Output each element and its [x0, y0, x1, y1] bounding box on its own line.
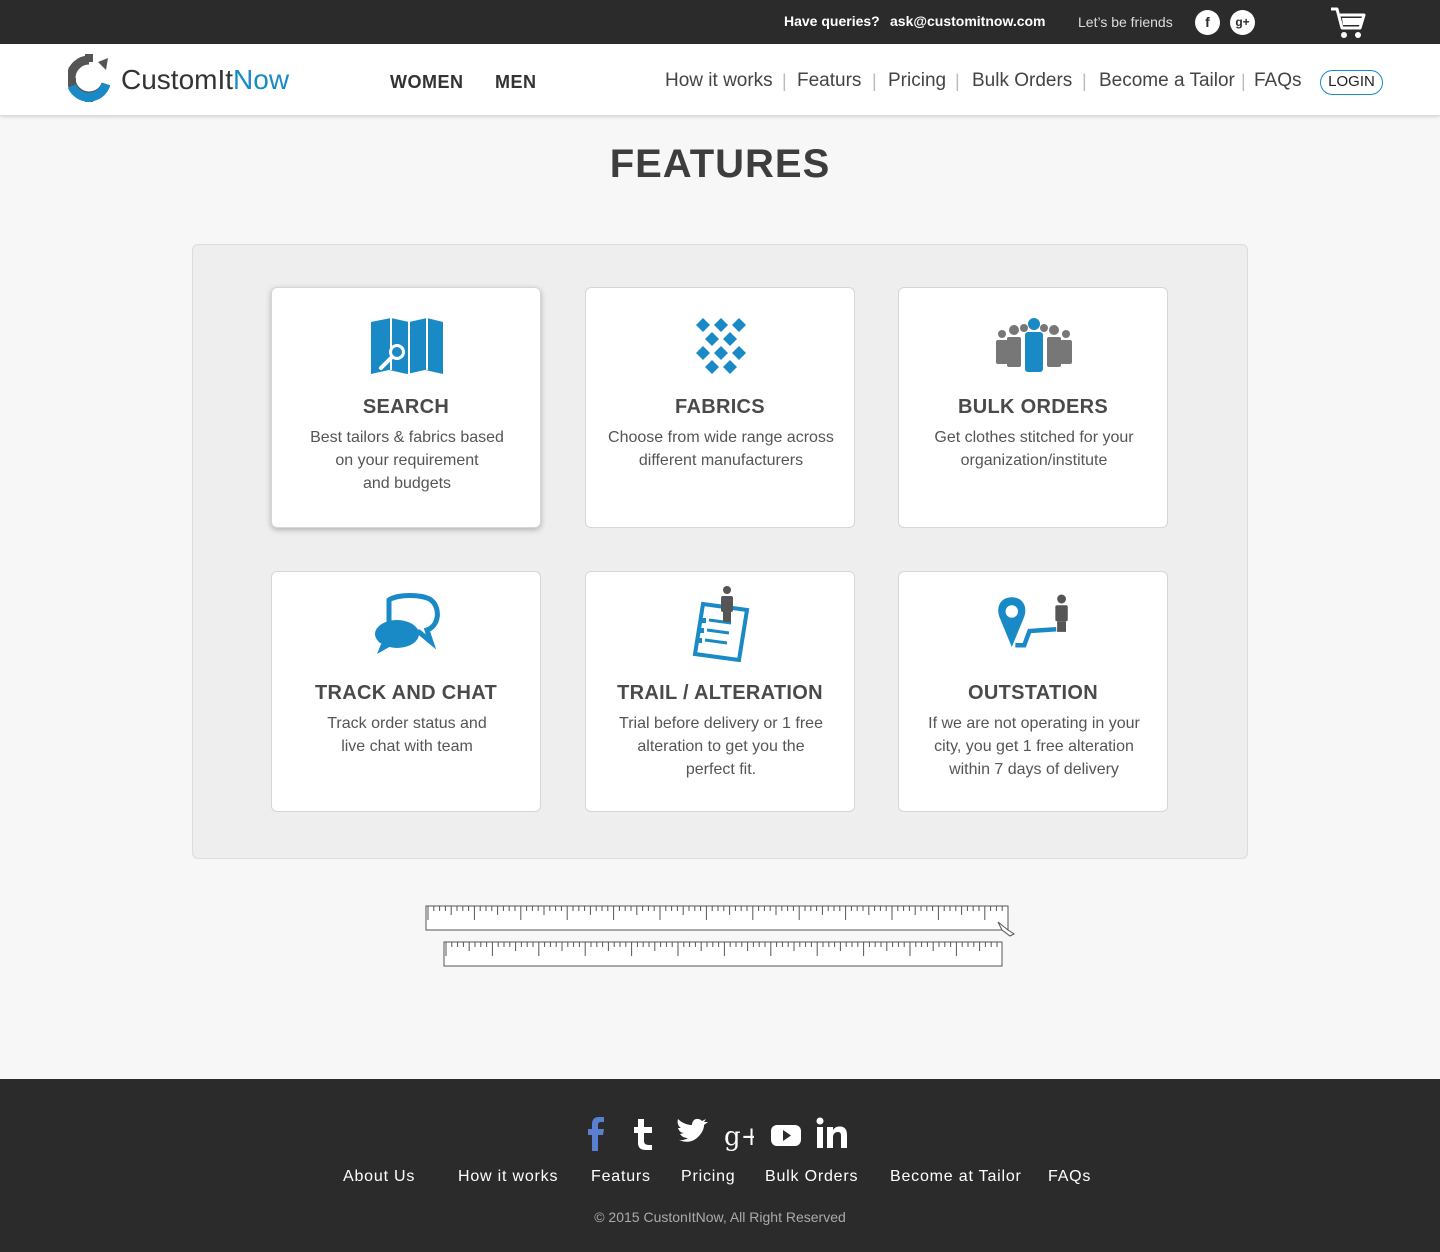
feature-card-search[interactable]: SEARCH Best tailors & fabrics based on y… — [271, 287, 541, 528]
feature-desc-line: within 7 days of delivery — [949, 761, 1119, 778]
feature-description: Choose from wide range across different … — [596, 426, 846, 472]
feature-desc-line: Choose from wide range across — [608, 429, 834, 446]
queries-label: Have queries? — [784, 13, 880, 29]
feature-desc-line: Best tailors & fabrics based — [310, 429, 504, 446]
copyright-text: © 2015 CustonItNow, All Right Reserved — [594, 1209, 846, 1225]
tumblr-icon[interactable] — [632, 1117, 656, 1151]
feature-desc-line: on your requirement — [335, 452, 479, 469]
feature-desc-line: perfect fit. — [685, 761, 757, 778]
google-plus-icon[interactable]: g+ — [724, 1117, 754, 1151]
footer-link-bulk-orders[interactable]: Bulk Orders — [765, 1168, 858, 1186]
cart-icon[interactable] — [1330, 6, 1366, 40]
feature-desc-line: Track order status and — [327, 715, 487, 732]
facebook-icon[interactable] — [586, 1117, 606, 1151]
feature-desc-line: live chat with team — [341, 738, 473, 755]
footer-link-about[interactable]: About Us — [343, 1168, 415, 1186]
nav-women[interactable]: WOMEN — [390, 72, 464, 93]
footer-link-features[interactable]: Featurs — [591, 1168, 651, 1186]
footer-link-how-it-works[interactable]: How it works — [458, 1168, 558, 1186]
chat-bubbles-icon — [375, 593, 440, 654]
main-header: CustomItNow WOMEN MEN How it works | Fea… — [0, 44, 1440, 116]
feature-desc-line: alteration to get you the — [637, 738, 805, 755]
nav-pricing[interactable]: Pricing — [888, 70, 946, 92]
nav-men[interactable]: MEN — [495, 72, 537, 93]
page-title: FEATURES — [609, 142, 831, 186]
feature-desc-line: If we are not operating in your — [928, 715, 1140, 732]
brand-prefix: CustomIt — [121, 64, 234, 95]
footer-link-faqs[interactable]: FAQs — [1048, 1168, 1091, 1186]
feature-title: BULK ORDERS — [958, 396, 1108, 418]
feature-desc-line: city, you get 1 free alteration — [934, 738, 1134, 755]
brand-suffix: Now — [233, 64, 290, 95]
feature-description: If we are not operating in your city, yo… — [909, 712, 1159, 781]
feature-description: Trial before delivery or 1 free alterati… — [596, 712, 846, 781]
feature-card-trail-alteration[interactable]: TRAIL / ALTERATION Trial before delivery… — [585, 571, 855, 812]
nav-separator: | — [782, 71, 787, 91]
feature-desc-line: and budgets — [362, 475, 452, 492]
fabric-pattern-icon — [696, 318, 746, 374]
feature-title: OUTSTATION — [967, 682, 1099, 704]
google-plus-icon[interactable]: g+ — [1230, 10, 1255, 35]
feature-desc-line: Trial before delivery or 1 free — [619, 715, 823, 732]
nav-bulk-orders[interactable]: Bulk Orders — [972, 70, 1072, 92]
contact-email-link[interactable]: ask@customitnow.com — [890, 13, 1046, 29]
feature-card-track-chat[interactable]: TRACK AND CHAT Track order status and li… — [271, 571, 541, 812]
nav-separator: | — [1082, 71, 1087, 91]
top-bar: Have queries? ask@customitnow.com Let’s … — [0, 0, 1440, 44]
footer-link-become-tailor[interactable]: Become at Tailor — [890, 1168, 1022, 1186]
svg-text:g+: g+ — [724, 1122, 754, 1151]
feature-desc-line: different manufacturers — [638, 452, 804, 469]
measuring-tape-icon — [425, 905, 1015, 967]
feature-card-fabrics[interactable]: FABRICS Choose from wide range across di… — [585, 287, 855, 528]
nav-separator: | — [1241, 71, 1246, 91]
footer: g+ About Us How it works Featurs Pricing… — [0, 1079, 1440, 1252]
feature-desc-line: organization/institute — [960, 452, 1108, 469]
feature-description: Track order status and live chat with te… — [282, 712, 532, 758]
feature-title: TRACK AND CHAT — [315, 682, 497, 704]
feature-card-outstation[interactable]: OUTSTATION If we are not operating in yo… — [898, 571, 1168, 812]
facebook-icon[interactable]: f — [1195, 10, 1220, 35]
feature-desc-line: Get clothes stitched for your — [934, 429, 1134, 446]
nav-become-tailor[interactable]: Become a Tailor — [1099, 70, 1235, 92]
nav-how-it-works[interactable]: How it works — [665, 70, 773, 92]
feature-description: Best tailors & fabrics based on your req… — [282, 426, 532, 495]
clipboard-person-icon — [692, 586, 750, 662]
brand-logo[interactable]: CustomItNow — [121, 64, 289, 96]
logo-gear-icon[interactable] — [68, 54, 110, 102]
feature-title: TRAIL / ALTERATION — [617, 682, 823, 704]
linkedin-icon[interactable] — [816, 1117, 848, 1151]
twitter-icon[interactable] — [676, 1117, 708, 1151]
group-people-icon — [996, 318, 1072, 372]
map-search-icon — [371, 318, 443, 374]
friends-label: Let’s be friends — [1078, 14, 1173, 30]
feature-title: SEARCH — [362, 396, 450, 418]
footer-link-pricing[interactable]: Pricing — [681, 1168, 736, 1186]
features-panel: SEARCH Best tailors & fabrics based on y… — [192, 244, 1248, 859]
location-person-icon — [998, 594, 1068, 648]
youtube-icon[interactable] — [770, 1117, 802, 1151]
nav-features[interactable]: Featurs — [797, 70, 861, 92]
nav-separator: | — [872, 71, 877, 91]
nav-separator: | — [955, 71, 960, 91]
nav-faqs[interactable]: FAQs — [1254, 70, 1302, 92]
login-button[interactable]: LOGIN — [1320, 70, 1383, 95]
feature-description: Get clothes stitched for your organizati… — [909, 426, 1159, 472]
feature-card-bulk-orders[interactable]: BULK ORDERS Get clothes stitched for you… — [898, 287, 1168, 528]
feature-title: FABRICS — [675, 396, 765, 418]
